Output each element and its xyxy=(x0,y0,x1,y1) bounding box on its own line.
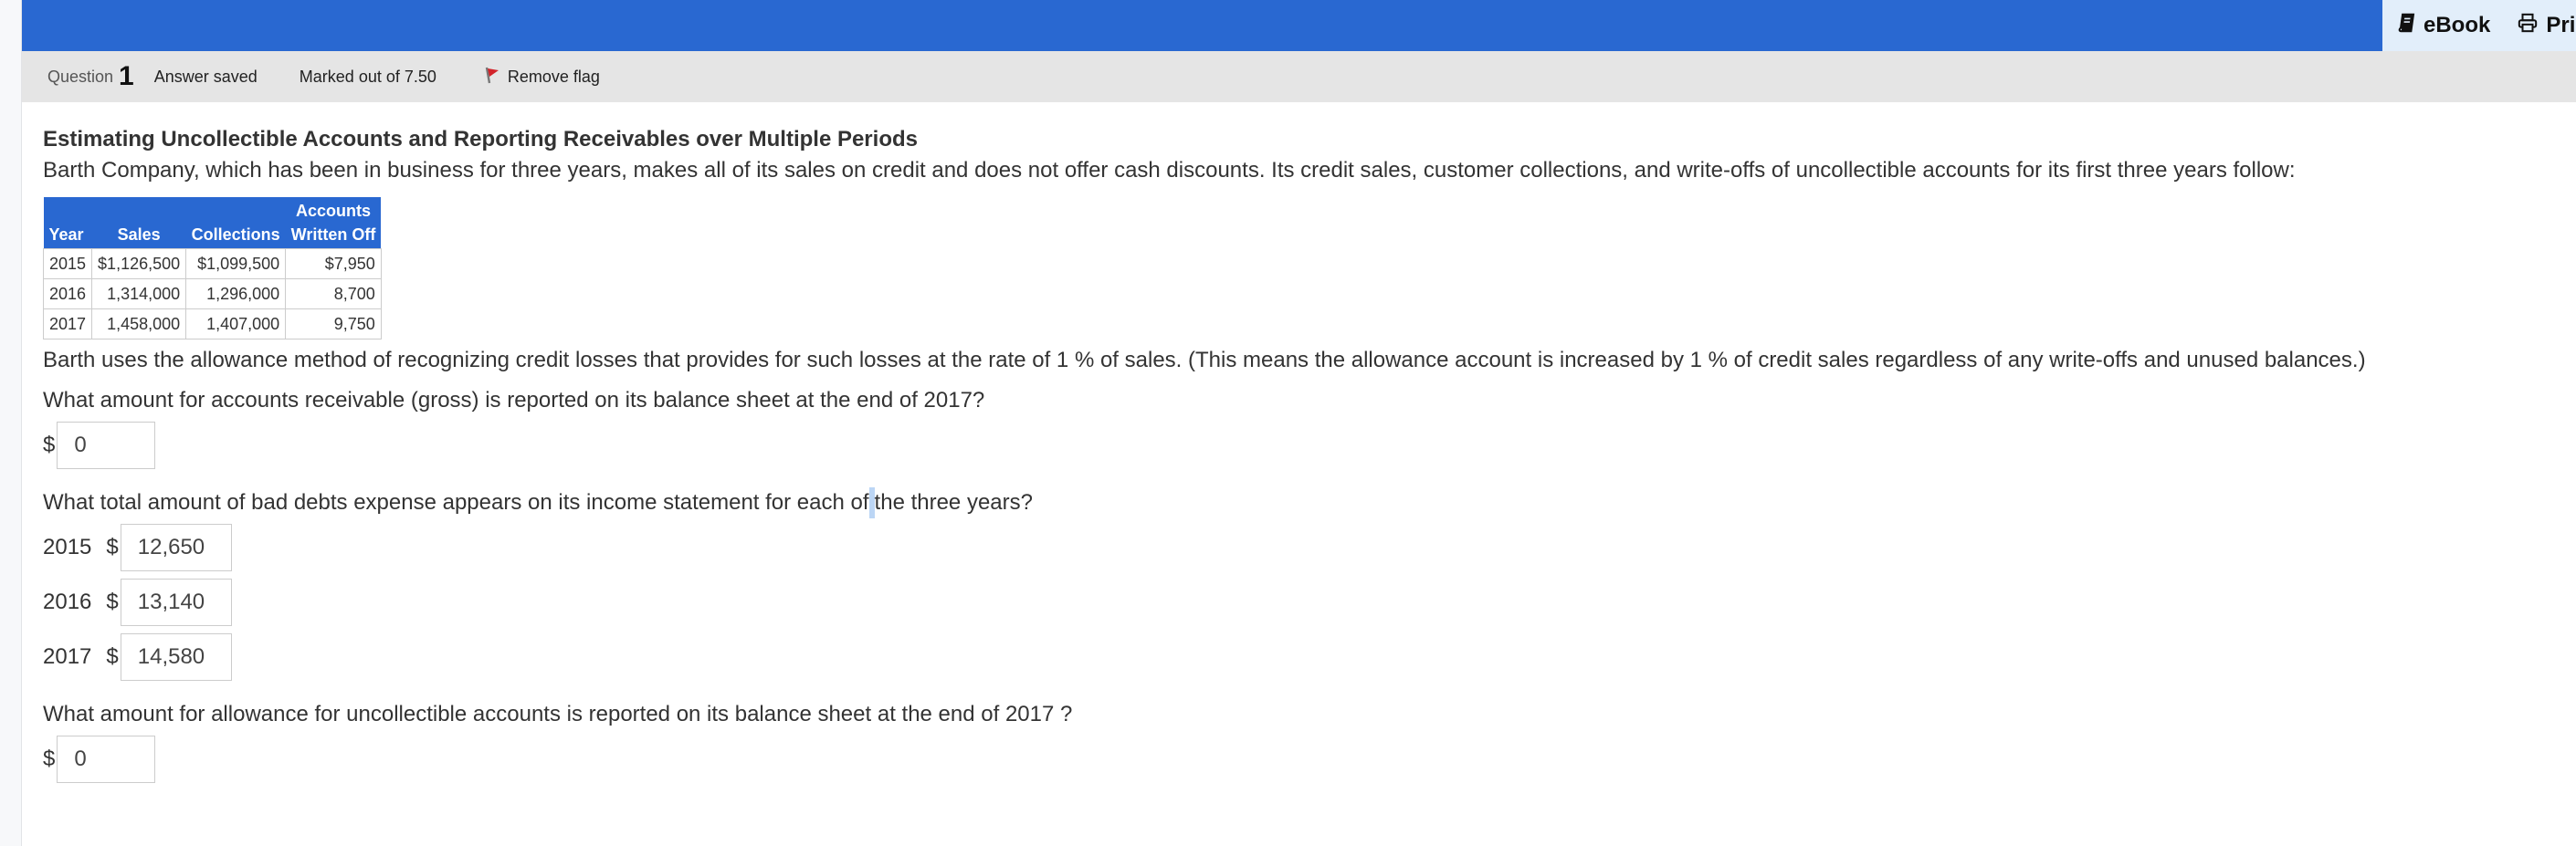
cell-collections: 1,407,000 xyxy=(185,308,287,339)
answer-status: Answer saved xyxy=(153,67,258,86)
print-button[interactable]: Print xyxy=(2518,13,2576,39)
printer-icon xyxy=(2518,13,2538,39)
currency-symbol: $ xyxy=(43,747,56,771)
cell-collections: $1,099,500 xyxy=(185,248,287,279)
q2-text: What total amount of bad debts expense a… xyxy=(43,487,2545,518)
table-row: 2016 1,314,000 1,296,000 8,700 xyxy=(42,278,382,309)
allowance-input[interactable] xyxy=(57,736,156,783)
remove-flag-button[interactable]: Remove flag xyxy=(484,66,600,89)
cell-sales: $1,126,500 xyxy=(91,248,187,279)
cell-collections: 1,296,000 xyxy=(185,278,287,309)
question-label: Question xyxy=(47,67,114,86)
cell-sales: 1,458,000 xyxy=(91,308,187,339)
currency-symbol: $ xyxy=(106,590,119,614)
cell-sales: 1,314,000 xyxy=(91,278,187,309)
cell-written-off: 9,750 xyxy=(285,308,382,339)
table-row: 2015 $1,126,500 $1,099,500 $7,950 xyxy=(42,248,382,279)
year-label: 2017 xyxy=(43,644,92,669)
q2-text-before: What total amount of bad debts expense a… xyxy=(43,490,869,515)
remove-flag-label: Remove flag xyxy=(507,67,600,86)
accounts-receivable-input[interactable] xyxy=(57,422,156,469)
question-intro: Barth Company, which has been in busines… xyxy=(43,158,2296,183)
q2-answer-row-2015: 2015 $ xyxy=(43,524,2545,571)
question-content: Estimating Uncollectible Accounts and Re… xyxy=(42,120,2545,783)
bad-debts-2015-input[interactable] xyxy=(120,524,232,571)
bad-debts-2016-input[interactable] xyxy=(120,579,232,626)
ebook-label: eBook xyxy=(2424,13,2491,37)
cell-written-off: 8,700 xyxy=(285,278,382,309)
header-written-off-top: Accounts xyxy=(295,202,371,220)
header-year: Year xyxy=(43,197,92,249)
marks-label: Marked out of 7.50 xyxy=(299,67,436,86)
cell-written-off: $7,950 xyxy=(285,248,382,279)
currency-symbol: $ xyxy=(106,535,119,559)
cell-year: 2015 xyxy=(42,248,93,279)
q3-answer-row: $ xyxy=(43,736,2545,783)
header-sales: Sales xyxy=(91,197,186,249)
year-label: 2016 xyxy=(43,590,92,614)
header-written-off: Accounts Written Off xyxy=(285,197,382,249)
top-bar xyxy=(22,0,2382,51)
question-title: Estimating Uncollectible Accounts and Re… xyxy=(43,127,918,151)
method-text: Barth uses the allowance method of recog… xyxy=(43,348,2366,372)
print-label: Print xyxy=(2546,13,2576,37)
currency-symbol: $ xyxy=(106,644,119,669)
cell-year: 2017 xyxy=(42,308,93,339)
q2-answer-row-2017: 2017 $ xyxy=(43,633,2545,681)
year-label: 2015 xyxy=(43,535,92,559)
q2-text-after: the three years? xyxy=(874,490,1033,515)
header-collections: Collections xyxy=(185,197,286,249)
tool-panel: eBook Print xyxy=(2382,0,2576,51)
q1-text: What amount for accounts receivable (gro… xyxy=(43,388,985,413)
question-info-bar: Question 1 Answer saved Marked out of 7.… xyxy=(22,51,2576,102)
q1-answer-row: $ xyxy=(43,422,2545,469)
currency-symbol: $ xyxy=(43,433,56,457)
q2-answer-row-2016: 2016 $ xyxy=(43,579,2545,626)
left-gutter xyxy=(0,0,22,846)
sales-data-table: Year Sales Collections Accounts Written … xyxy=(42,197,382,339)
cell-year: 2016 xyxy=(42,278,93,309)
header-written-off-bottom: Written Off xyxy=(290,225,376,244)
ebook-button[interactable]: eBook xyxy=(2395,13,2490,39)
book-icon xyxy=(2395,13,2415,39)
question-number: 1 xyxy=(119,61,134,91)
table-row: 2017 1,458,000 1,407,000 9,750 xyxy=(42,308,382,339)
bad-debts-2017-input[interactable] xyxy=(120,633,232,681)
flag-icon xyxy=(484,66,500,89)
q3-text: What amount for allowance for uncollecti… xyxy=(43,702,1073,726)
